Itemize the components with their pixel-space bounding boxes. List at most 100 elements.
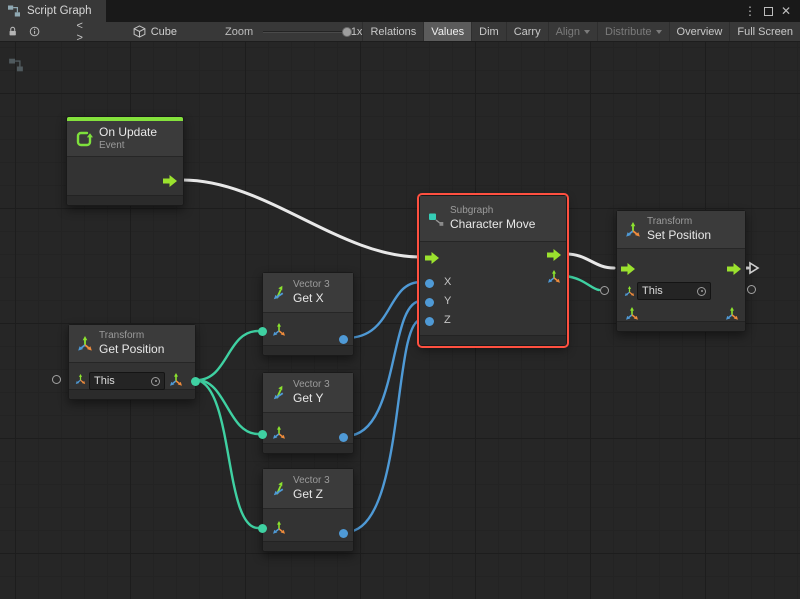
node-footer — [263, 443, 353, 453]
distribute-dropdown[interactable]: Distribute — [597, 22, 668, 41]
node-footer — [617, 321, 745, 331]
info-icon[interactable] — [29, 25, 40, 38]
node-footer — [263, 345, 353, 355]
getposition-this-input-port[interactable] — [52, 375, 61, 384]
zoom-slider-track[interactable] — [263, 31, 342, 33]
subgraph-icon — [428, 211, 444, 227]
window-maximize-button[interactable] — [759, 2, 777, 20]
node-subtitle: Event — [99, 140, 157, 152]
caret-down-icon — [584, 30, 590, 34]
this-object-field[interactable]: This — [637, 282, 711, 300]
window-close-button[interactable]: ✕ — [777, 2, 795, 20]
wire-gety-to-y — [346, 301, 421, 436]
graph-target-button[interactable]: Cube — [133, 25, 177, 38]
wire-onupdate-to-charactermove — [183, 180, 420, 257]
graph-target-label: Cube — [151, 26, 177, 38]
vector3-type-icon — [272, 323, 286, 337]
vector3-icon — [271, 385, 287, 401]
align-label: Align — [556, 26, 580, 38]
node-get-x[interactable]: Vector 3 Get X — [262, 272, 354, 356]
vector3-icon — [271, 285, 287, 301]
wire-getposition-to-getx — [197, 331, 258, 380]
node-type-label: Vector 3 — [293, 279, 330, 291]
node-title: Set Position — [647, 228, 711, 242]
distribute-label: Distribute — [605, 26, 651, 38]
edit-code-icon[interactable]: < > — [77, 20, 93, 44]
input-label-z: Z — [444, 314, 451, 326]
zoom-value: 1x — [351, 26, 363, 38]
node-get-y[interactable]: Vector 3 Get Y — [262, 372, 354, 454]
wire-getposition-to-gety — [197, 380, 258, 434]
setposition-target-output-port[interactable] — [747, 285, 756, 294]
align-dropdown[interactable]: Align — [548, 22, 597, 41]
carry-toggle[interactable]: Carry — [506, 22, 548, 41]
wire-getposition-to-getz — [197, 380, 258, 528]
node-get-position[interactable]: Transform Get Position This — [68, 324, 196, 400]
transform-icon — [77, 336, 93, 352]
vector3-output-icon[interactable] — [547, 270, 561, 284]
node-footer — [263, 541, 353, 551]
zoom-slider-handle[interactable] — [342, 27, 352, 37]
window-menu-button[interactable]: ⋮ — [741, 2, 759, 20]
transform-type-icon — [624, 286, 635, 297]
node-title: Character Move — [450, 217, 535, 231]
flow-input-port[interactable] — [425, 252, 439, 264]
toolbar-toggle-group: Relations Values Dim Carry Align Distrib… — [362, 22, 800, 41]
dim-toggle[interactable]: Dim — [471, 22, 506, 41]
zoom-slider[interactable] — [263, 26, 342, 38]
this-field-value: This — [94, 375, 147, 387]
node-on-update[interactable]: On Update Event — [66, 116, 184, 206]
vector-input-port[interactable] — [258, 524, 267, 533]
transform-icon — [625, 222, 641, 238]
position-output-port[interactable] — [191, 377, 200, 386]
vector3-type-icon — [169, 373, 183, 387]
vector3-output-icon[interactable] — [725, 307, 739, 321]
titlebar: Script Graph ⋮ ✕ — [0, 0, 800, 22]
node-title: On Update — [99, 125, 157, 139]
wire-charactermove-to-setposition — [566, 254, 614, 268]
node-title: Get Y — [293, 391, 330, 405]
on-update-loop-icon — [75, 130, 93, 148]
graph-canvas[interactable]: On Update Event Subgraph Character Move — [0, 42, 800, 599]
setposition-this-input-port[interactable] — [600, 286, 609, 295]
node-type-label: Subgraph — [450, 205, 535, 217]
vector-input-port[interactable] — [258, 430, 267, 439]
lock-icon[interactable] — [8, 25, 17, 38]
values-toggle[interactable]: Values — [423, 22, 471, 41]
overview-button[interactable]: Overview — [669, 22, 730, 41]
carry-label: Carry — [514, 26, 541, 38]
flow-continuation-port[interactable] — [748, 261, 760, 275]
full-screen-toggle[interactable]: Full Screen — [729, 22, 800, 41]
node-set-position[interactable]: Transform Set Position This — [616, 210, 746, 332]
wire-getz-to-z — [346, 320, 421, 532]
overview-label: Overview — [677, 26, 723, 38]
node-title: Get X — [293, 291, 330, 305]
node-character-move[interactable]: Subgraph Character Move X Y Z — [419, 195, 567, 346]
flow-output-port[interactable] — [163, 175, 177, 187]
object-picker-icon[interactable] — [697, 287, 706, 296]
maximize-icon — [764, 7, 773, 16]
script-graph-window: Script Graph ⋮ ✕ < > Cube Zoom 1x Relati… — [0, 0, 800, 599]
vector-input-port[interactable] — [258, 327, 267, 336]
node-footer — [69, 389, 195, 399]
this-object-field[interactable]: This — [89, 372, 165, 390]
node-get-z[interactable]: Vector 3 Get Z — [262, 468, 354, 552]
y-output-port[interactable] — [339, 433, 348, 442]
z-output-port[interactable] — [339, 529, 348, 538]
x-output-port[interactable] — [339, 335, 348, 344]
vector3-input-icon[interactable] — [625, 307, 639, 321]
relations-toggle[interactable]: Relations — [362, 22, 423, 41]
graph-toolbar: < > Cube Zoom 1x Relations Values Dim Ca… — [0, 22, 800, 42]
input-port-y[interactable] — [425, 298, 434, 307]
node-type-label: Transform — [99, 330, 164, 342]
flow-output-port[interactable] — [547, 249, 561, 261]
node-title: Get Z — [293, 487, 330, 501]
input-port-z[interactable] — [425, 317, 434, 326]
node-type-label: Vector 3 — [293, 475, 330, 487]
node-title: Get Position — [99, 342, 164, 356]
object-picker-icon[interactable] — [151, 377, 160, 386]
vector3-type-icon — [272, 521, 286, 535]
flow-input-port[interactable] — [621, 263, 635, 275]
input-port-x[interactable] — [425, 279, 434, 288]
flow-output-port[interactable] — [727, 263, 741, 275]
